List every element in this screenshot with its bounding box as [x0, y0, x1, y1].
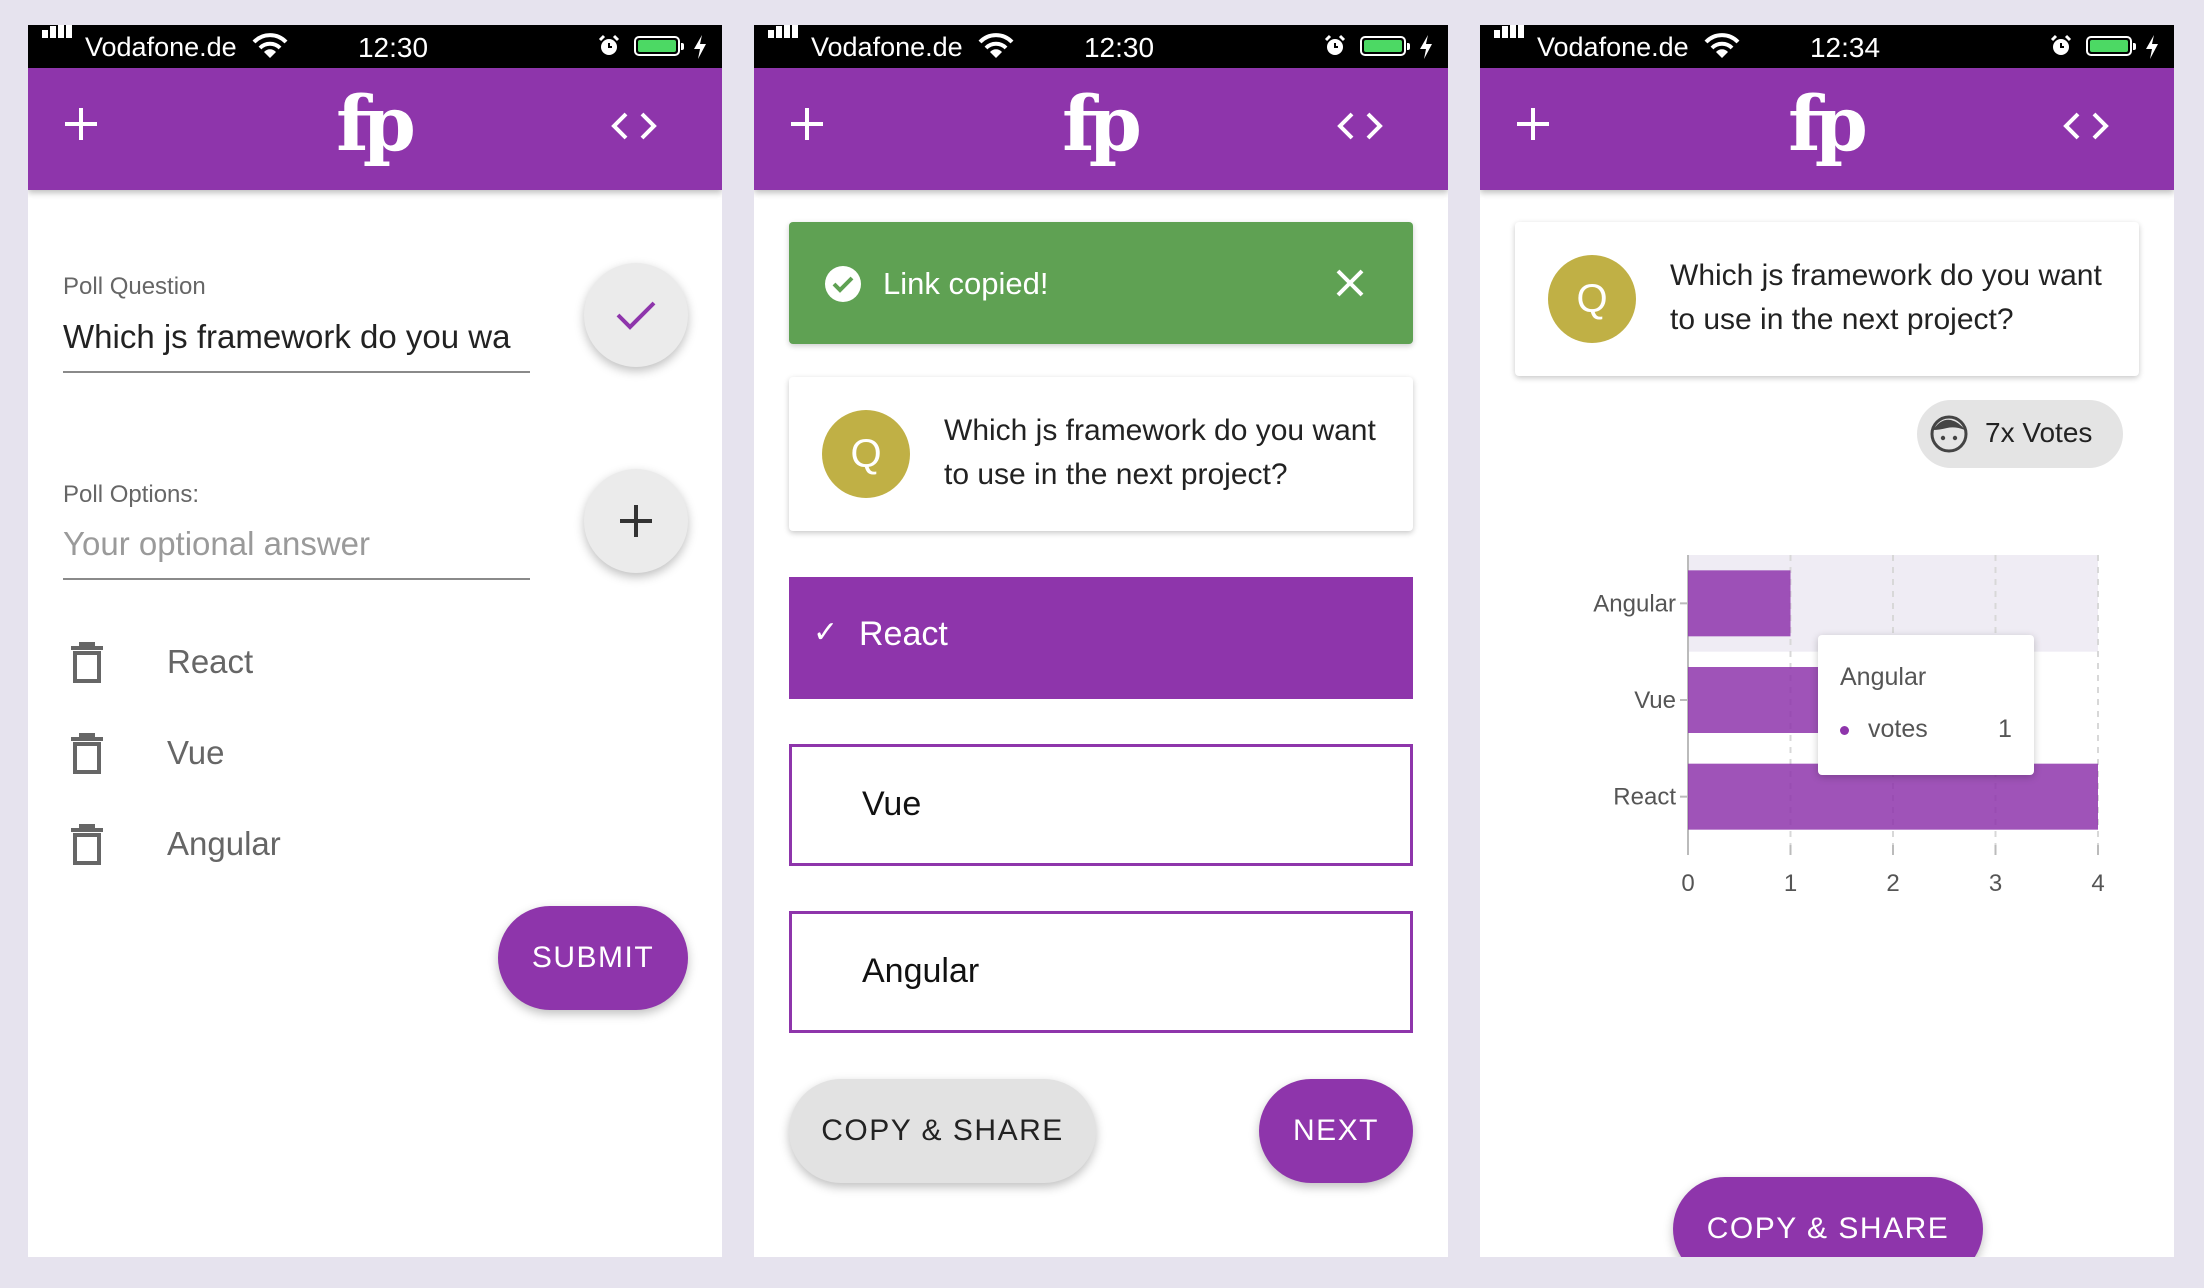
option-label: React — [167, 643, 254, 680]
results-screen: Vodafone.de 12:34 fp Q Which js framewor… — [1480, 25, 2174, 1257]
option-label: Angular — [167, 825, 281, 862]
option-underline — [63, 578, 530, 580]
copy-share-button[interactable]: COPY & SHARE — [789, 1079, 1096, 1183]
vote-screen: Vodafone.de 12:30 fp Link copied! Q Whic… — [754, 25, 1448, 1257]
battery-icon — [1360, 36, 1410, 56]
alarm-icon — [2050, 34, 2072, 55]
tooltip-value: 1 — [1998, 715, 2012, 743]
trash-icon[interactable] — [70, 823, 104, 865]
choice-label: Vue — [862, 785, 922, 823]
poll-options-label: Poll Options: — [63, 481, 200, 508]
wifi-icon — [252, 33, 288, 58]
app-logo: fp — [1062, 79, 1142, 168]
check-icon: ✓ — [813, 616, 839, 649]
x-tick-label: 0 — [1681, 870, 1694, 897]
close-icon[interactable] — [1335, 268, 1365, 298]
x-tick-label: 3 — [1989, 870, 2002, 897]
charging-icon — [694, 35, 706, 59]
choice-react[interactable]: ✓ React — [789, 577, 1413, 699]
add-poll-icon[interactable] — [787, 104, 827, 144]
trash-icon[interactable] — [70, 641, 104, 683]
status-bar: Vodafone.de 12:30 — [28, 25, 722, 68]
question-text: Which js framework do you want to use in… — [1670, 259, 2102, 336]
app-bar: fp — [754, 68, 1448, 190]
x-tick-label: 4 — [2091, 870, 2104, 897]
battery-icon — [2086, 36, 2136, 56]
chart-tooltip: Angular votes 1 — [1818, 635, 2034, 775]
scroll-hint — [844, 1240, 1364, 1257]
app-logo: fp — [1788, 79, 1868, 168]
app-logo: fp — [336, 79, 416, 168]
add-option-button[interactable] — [584, 469, 688, 573]
question-card: Q Which js framework do you want to use … — [789, 377, 1413, 531]
link-copied-toast: Link copied! — [789, 222, 1413, 344]
wifi-icon — [1704, 33, 1740, 58]
code-icon[interactable] — [1336, 108, 1384, 144]
poll-question-input[interactable]: Which js framework do you wa — [63, 318, 533, 356]
submit-button[interactable]: SUBMIT — [498, 906, 688, 1010]
add-poll-icon[interactable] — [61, 104, 101, 144]
plus-icon — [620, 505, 652, 537]
face-icon — [1930, 415, 1968, 453]
status-bar: Vodafone.de 12:34 — [1480, 25, 2174, 68]
clock: 12:34 — [1809, 32, 1881, 63]
choice-angular[interactable]: Angular — [789, 911, 1413, 1033]
status-bar: Vodafone.de 12:30 — [754, 25, 1448, 68]
question-underline — [63, 371, 530, 373]
bar-angular — [1688, 570, 1791, 637]
app-bar: fp — [1480, 68, 2174, 190]
y-tick-label: Angular — [1593, 590, 1676, 617]
question-text: Which js framework do you want to use in… — [944, 414, 1376, 491]
charging-icon — [2146, 35, 2158, 59]
y-tick-label: React — [1613, 784, 1676, 811]
poll-question-label: Poll Question — [63, 273, 206, 300]
votes-badge: 7x Votes — [1917, 400, 2123, 468]
clock: 12:30 — [357, 32, 429, 63]
tooltip-series: votes — [1868, 715, 1928, 743]
toast-message: Link copied! — [883, 266, 1049, 301]
code-icon[interactable] — [2062, 108, 2110, 144]
charging-icon — [1420, 35, 1432, 59]
choice-vue[interactable]: Vue — [789, 744, 1413, 866]
alarm-icon — [598, 34, 620, 55]
tooltip-title: Angular — [1840, 663, 1927, 691]
tooltip-series-dot — [1840, 726, 1849, 735]
x-tick-label: 2 — [1886, 870, 1899, 897]
question-avatar: Q — [1548, 255, 1636, 343]
trash-icon[interactable] — [70, 732, 104, 774]
wifi-icon — [978, 33, 1014, 58]
add-poll-icon[interactable] — [1513, 104, 1553, 144]
copy-share-button[interactable]: COPY & SHARE — [1673, 1177, 1983, 1257]
question-card: Q Which js framework do you want to use … — [1515, 222, 2139, 376]
next-button[interactable]: NEXT — [1259, 1079, 1413, 1183]
choice-label: Angular — [862, 952, 980, 990]
alarm-icon — [1324, 34, 1346, 55]
clock: 12:30 — [1083, 32, 1155, 63]
carrier-label: Vodafone.de — [85, 32, 237, 62]
code-icon[interactable] — [610, 108, 658, 144]
carrier-label: Vodafone.de — [1537, 32, 1689, 62]
create-poll-screen: Vodafone.de 12:30 fp Poll Question Which… — [28, 25, 722, 1257]
y-tick-label: Vue — [1634, 687, 1676, 714]
check-circle-icon — [825, 266, 861, 302]
question-avatar: Q — [822, 410, 910, 498]
app-bar: fp — [28, 68, 722, 190]
option-label: Vue — [167, 734, 225, 771]
carrier-label: Vodafone.de — [811, 32, 963, 62]
confirm-question-button[interactable] — [584, 263, 688, 367]
option-input[interactable]: Your optional answer — [63, 525, 533, 563]
choice-label: React — [859, 615, 948, 653]
x-tick-label: 1 — [1784, 870, 1797, 897]
votes-count: 7x Votes — [1985, 417, 2093, 448]
battery-icon — [634, 36, 684, 56]
check-icon — [616, 301, 656, 330]
